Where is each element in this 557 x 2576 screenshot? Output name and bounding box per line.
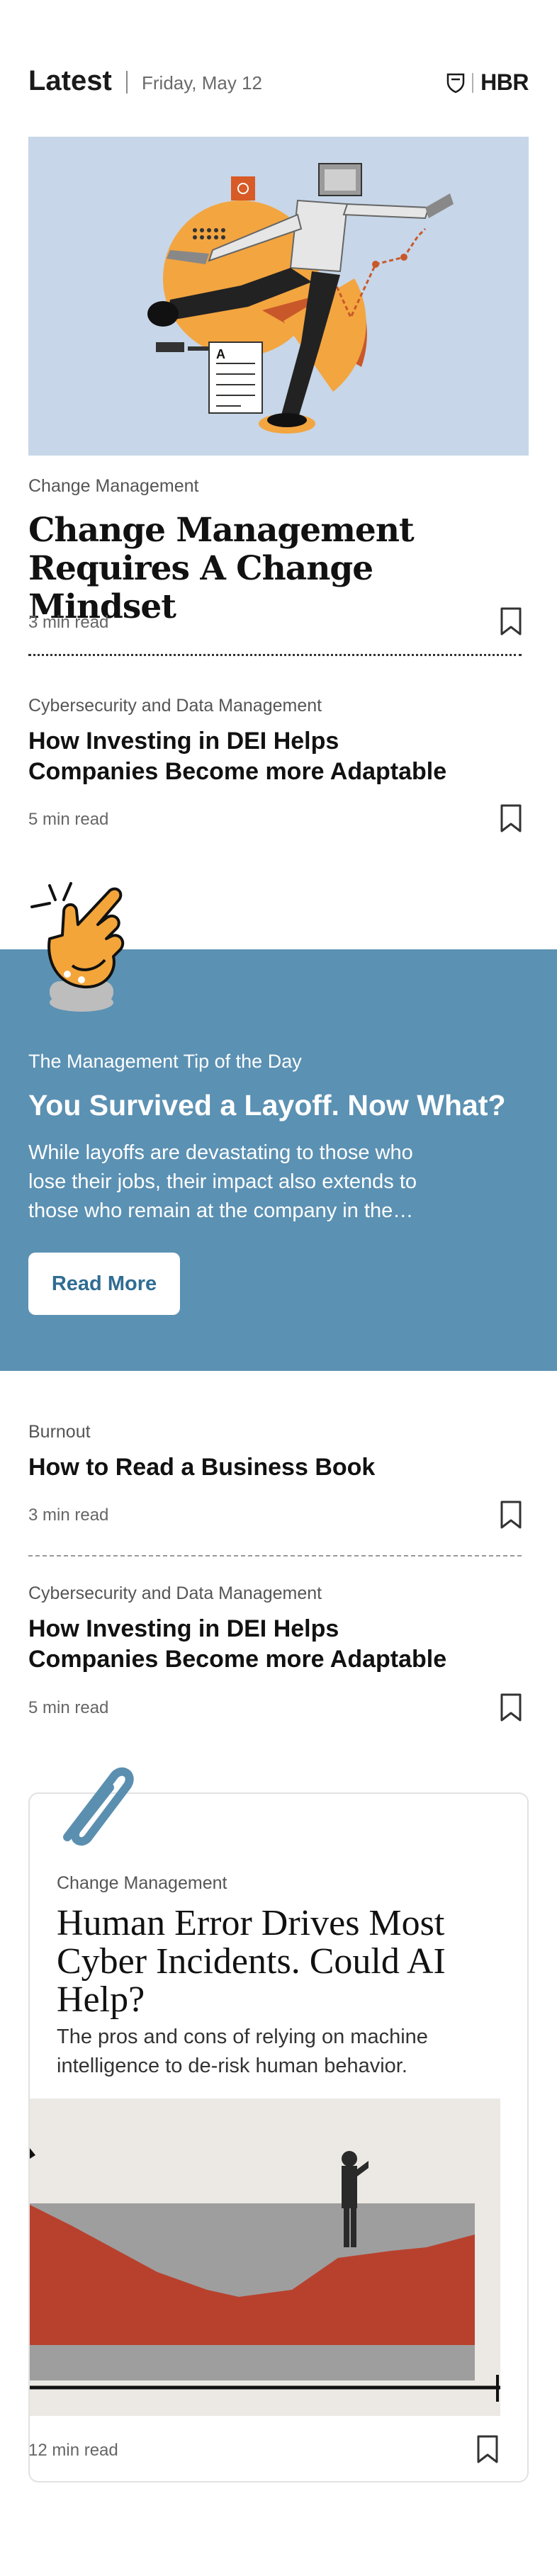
article-divider [28, 654, 522, 656]
read-time: 5 min read [28, 1698, 109, 1717]
article-category[interactable]: Cybersecurity and Data Management [28, 1583, 322, 1604]
page-title: Latest [28, 65, 112, 96]
page-header: Latest Friday, May 12 HBR [28, 62, 529, 102]
svg-text:A: A [216, 347, 225, 361]
article-divider [28, 1555, 522, 1557]
hero-illustration: A [147, 163, 454, 434]
bookmark-icon[interactable] [500, 606, 522, 636]
tip-body-line: those who remain at the company in the… [28, 1199, 414, 1222]
article-title[interactable]: How to Read a Business Book [28, 1452, 524, 1483]
read-time: 3 min read [28, 1506, 109, 1525]
read-time: 3 min read [28, 613, 109, 632]
article-category[interactable]: Change Management [57, 1873, 227, 1894]
pointing-hand-icon [30, 882, 125, 1012]
bookmark-icon[interactable] [500, 1500, 522, 1530]
article-title[interactable]: How Investing in DEI Helps Companies Bec… [28, 1614, 524, 1675]
logo-divider [472, 72, 474, 93]
article-title-line: Change Management [28, 511, 415, 550]
featured-title-line: Help? [57, 1979, 145, 2020]
article-title-line: How Investing in DEI Helps [28, 728, 339, 755]
featured-title-line: Cyber Incidents. Could AI [57, 1941, 446, 1982]
bookmark-icon[interactable] [476, 2434, 499, 2464]
paperclip-icon [63, 1767, 134, 1846]
featured-description: The pros and cons of relying on machine … [57, 2023, 510, 2081]
header-divider [126, 71, 128, 94]
read-time: 5 min read [28, 810, 109, 829]
featured-description-line: intelligence to de-risk human behavior. [57, 2055, 407, 2077]
header-date: Friday, May 12 [142, 72, 263, 94]
article-title-line: Companies Become more Adaptable [28, 758, 447, 785]
tip-title[interactable]: You Survived a Layoff. Now What? [28, 1089, 506, 1122]
article-hero-image[interactable]: A [28, 137, 529, 456]
featured-title[interactable]: Human Error Drives Most Cyber Incidents.… [57, 1904, 510, 2019]
featured-description-line: The pros and cons of relying on machine [57, 2026, 428, 2048]
tip-body: While layoffs are devastating to those w… [28, 1139, 524, 1226]
bookmark-icon[interactable] [500, 803, 522, 833]
hbr-logo[interactable]: HBR [446, 69, 529, 96]
read-time: 12 min read [28, 2441, 118, 2460]
tip-body-line: While layoffs are devastating to those w… [28, 1141, 413, 1164]
bookmark-icon[interactable] [500, 1693, 522, 1722]
article-title-line: How Investing in DEI Helps [28, 1615, 339, 1642]
featured-illustration [30, 2148, 500, 2402]
hbr-wordmark: HBR [480, 69, 529, 95]
tip-label: The Management Tip of the Day [28, 1051, 302, 1072]
hbr-shield-icon [446, 73, 465, 93]
article-category[interactable]: Burnout [28, 1422, 91, 1442]
article-title-line: How to Read a Business Book [28, 1454, 376, 1481]
article-category[interactable]: Change Management [28, 476, 198, 497]
article-title[interactable]: How Investing in DEI Helps Companies Bec… [28, 726, 524, 787]
read-more-button[interactable]: Read More [28, 1253, 180, 1315]
tip-body-line: lose their jobs, their impact also exten… [28, 1170, 417, 1193]
featured-article-image[interactable] [30, 2098, 500, 2416]
article-category[interactable]: Cybersecurity and Data Management [28, 696, 322, 716]
featured-title-line: Human Error Drives Most [57, 1903, 445, 1943]
article-title-line: Companies Become more Adaptable [28, 1646, 447, 1673]
article-title[interactable]: Change Management Requires A Change Mind… [28, 512, 524, 626]
